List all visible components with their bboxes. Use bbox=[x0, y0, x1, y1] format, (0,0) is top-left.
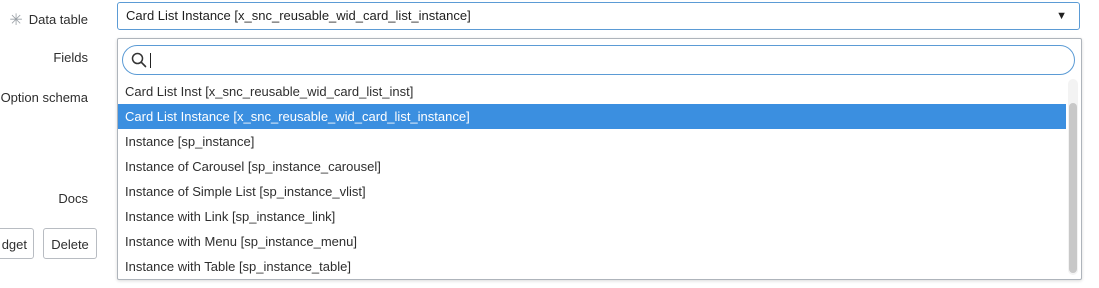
asterisk-icon: ✳ bbox=[9, 12, 23, 29]
dropdown-search[interactable] bbox=[122, 45, 1075, 75]
option-item[interactable]: Instance [sp_instance] bbox=[118, 129, 1066, 154]
chevron-down-icon[interactable]: ▼ bbox=[1056, 3, 1067, 29]
search-icon bbox=[131, 52, 147, 68]
option-item[interactable]: Instance with Table [sp_instance_table] bbox=[118, 254, 1066, 279]
option-item[interactable]: Instance with Link [sp_instance_link] bbox=[118, 204, 1066, 229]
option-item[interactable]: Card List Inst [x_snc_reusable_wid_card_… bbox=[118, 79, 1066, 104]
delete-button[interactable]: Delete bbox=[43, 228, 97, 259]
select-value: Card List Instance [x_snc_reusable_wid_c… bbox=[126, 8, 471, 23]
search-input[interactable] bbox=[151, 49, 1055, 73]
fields-label: Fields bbox=[53, 50, 88, 65]
option-item-selected[interactable]: Card List Instance [x_snc_reusable_wid_c… bbox=[118, 104, 1066, 129]
data-table-label: ✳ Data table bbox=[9, 12, 88, 29]
data-table-dropdown: Card List Inst [x_snc_reusable_wid_card_… bbox=[117, 38, 1082, 280]
data-table-select[interactable]: Card List Instance [x_snc_reusable_wid_c… bbox=[117, 2, 1080, 30]
option-schema-label: Option schema bbox=[0, 90, 88, 105]
option-list: Card List Inst [x_snc_reusable_wid_card_… bbox=[118, 79, 1066, 279]
option-item[interactable]: Instance of Simple List [sp_instance_vli… bbox=[118, 179, 1066, 204]
widget-button[interactable]: dget bbox=[0, 228, 34, 259]
docs-label: Docs bbox=[58, 191, 88, 206]
option-item[interactable]: Instance of Carousel [sp_instance_carous… bbox=[118, 154, 1066, 179]
scrollbar-thumb[interactable] bbox=[1069, 103, 1077, 273]
dropdown-scrollbar[interactable] bbox=[1068, 79, 1078, 275]
option-item[interactable]: Instance with Menu [sp_instance_menu] bbox=[118, 229, 1066, 254]
